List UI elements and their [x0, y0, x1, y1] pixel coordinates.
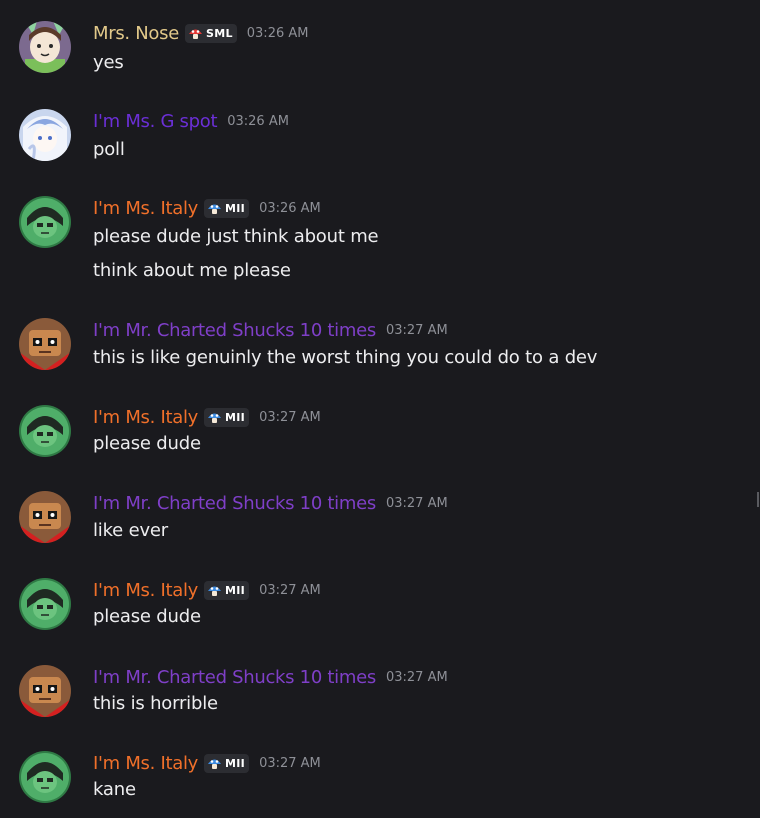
author-name[interactable]: Mrs. Nose — [93, 23, 179, 44]
red-mushroom-icon — [188, 29, 202, 39]
chat-message: I'm Ms. Italy MII 03:26 AM please dude j… — [0, 196, 740, 286]
server-tag-label: MII — [225, 410, 246, 424]
avatar[interactable] — [19, 109, 71, 161]
blue-mushroom-icon — [208, 204, 222, 214]
server-tag[interactable]: MII — [204, 198, 250, 218]
chat-message: I'm Mr. Charted Shucks 10 times 03:27 AM… — [0, 318, 740, 373]
message-text: please dude just think about me — [93, 226, 379, 247]
timestamp[interactable]: 03:27 AM — [259, 756, 321, 771]
author-name[interactable]: I'm Ms. Italy — [93, 407, 198, 428]
author-name[interactable]: I'm Mr. Charted Shucks 10 times — [93, 320, 376, 341]
message-text: poll — [93, 139, 125, 160]
author-name[interactable]: I'm Ms. Italy — [93, 580, 198, 601]
timestamp[interactable]: 03:26 AM — [259, 201, 321, 216]
server-tag-label: SML — [205, 26, 233, 40]
avatar[interactable] — [19, 405, 71, 457]
author-name[interactable]: I'm Mr. Charted Shucks 10 times — [93, 667, 376, 688]
author-name[interactable]: I'm Ms. G spot — [93, 111, 218, 132]
message-text: like ever — [93, 520, 168, 541]
server-tag-label: MII — [225, 583, 246, 597]
avatar[interactable] — [19, 665, 71, 717]
message-text: this is horrible — [93, 693, 218, 714]
timestamp[interactable]: 03:27 AM — [386, 496, 448, 511]
server-tag[interactable]: MII — [204, 753, 250, 773]
chat-message: I'm Mr. Charted Shucks 10 times 03:27 AM… — [0, 665, 740, 720]
blue-mushroom-icon — [208, 586, 222, 596]
avatar[interactable] — [19, 196, 71, 248]
chat-message: I'm Ms. Italy MII 03:27 AM please dude — [0, 405, 740, 460]
chat-message: I'm Ms. Italy MII 03:27 AM kane — [0, 751, 740, 806]
timestamp[interactable]: 03:27 AM — [259, 583, 321, 598]
avatar[interactable] — [19, 751, 71, 803]
chat-message: I'm Mr. Charted Shucks 10 times 03:27 AM… — [0, 491, 740, 546]
author-name[interactable]: I'm Mr. Charted Shucks 10 times — [93, 493, 376, 514]
blue-mushroom-icon — [208, 413, 222, 423]
author-name[interactable]: I'm Ms. Italy — [93, 753, 198, 774]
avatar[interactable] — [19, 491, 71, 543]
message-text: please dude — [93, 606, 201, 627]
server-tag[interactable]: MII — [204, 580, 250, 600]
timestamp[interactable]: 03:26 AM — [227, 114, 289, 129]
timestamp[interactable]: 03:26 AM — [247, 26, 309, 41]
server-tag-label: MII — [225, 756, 246, 770]
timestamp[interactable]: 03:27 AM — [386, 323, 448, 338]
message-text: please dude — [93, 433, 201, 454]
blue-mushroom-icon — [208, 759, 222, 769]
avatar[interactable] — [19, 318, 71, 370]
timestamp[interactable]: 03:27 AM — [386, 670, 448, 685]
timestamp[interactable]: 03:27 AM — [259, 410, 321, 425]
chat-message: I'm Ms. Italy MII 03:27 AM please dude — [0, 578, 740, 633]
scrollbar-thumb[interactable] — [757, 492, 759, 507]
chat-message-list: Mrs. Nose SML 03:26 AM yes I'm Ms. G spo… — [0, 0, 760, 818]
avatar[interactable] — [19, 21, 71, 73]
author-name[interactable]: I'm Ms. Italy — [93, 198, 198, 219]
message-text: think about me please — [93, 260, 291, 281]
avatar[interactable] — [19, 578, 71, 630]
chat-message: I'm Ms. G spot 03:26 AM poll — [0, 109, 740, 164]
chat-message: Mrs. Nose SML 03:26 AM yes — [0, 21, 740, 81]
message-text: kane — [93, 779, 136, 800]
server-tag-label: MII — [225, 201, 246, 215]
server-tag[interactable]: MII — [204, 407, 250, 427]
server-tag[interactable]: SML — [184, 23, 237, 43]
message-text: yes — [93, 52, 124, 73]
message-text: this is like genuinly the worst thing yo… — [93, 347, 598, 368]
